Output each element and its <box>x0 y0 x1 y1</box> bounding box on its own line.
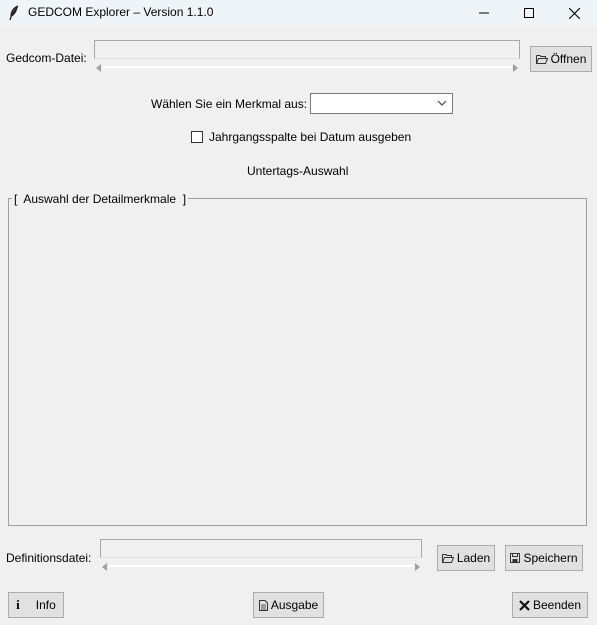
maximize-icon <box>524 8 534 18</box>
scroll-left-icon[interactable] <box>102 563 107 571</box>
document-icon <box>258 599 268 611</box>
exit-button-label: Beenden <box>532 598 582 612</box>
detail-features-title: [ Auswahl der Detailmerkmale ] <box>12 192 189 206</box>
definition-file-field[interactable] <box>100 539 422 558</box>
gedcom-file-label: Gedcom-Datei: <box>6 51 87 65</box>
definition-file-scrollbar[interactable] <box>102 562 420 572</box>
output-button-label: Ausgabe <box>270 598 319 612</box>
year-column-label: Jahrgangsspalte bei Datum ausgeben <box>209 130 412 144</box>
floppy-disk-icon <box>510 553 521 563</box>
feature-label: Wählen Sie ein Merkmal aus: <box>151 97 308 111</box>
chevron-down-icon <box>437 100 447 106</box>
load-button[interactable]: Laden <box>437 545 495 571</box>
gedcom-file-scrollbar[interactable] <box>96 63 518 73</box>
main-window: GEDCOM Explorer – Version 1.1.0 Gedcom-D… <box>0 0 597 625</box>
scroll-left-icon[interactable] <box>96 64 101 72</box>
year-column-checkbox[interactable] <box>191 131 203 143</box>
exit-button[interactable]: Beenden <box>512 592 588 618</box>
minimize-icon <box>479 12 489 14</box>
detail-features-frame <box>8 198 587 526</box>
definition-file-label: Definitionsdatei: <box>6 551 92 565</box>
output-button[interactable]: Ausgabe <box>253 592 324 618</box>
minimize-button[interactable] <box>461 0 507 26</box>
gedcom-file-field[interactable] <box>94 40 520 59</box>
maximize-button[interactable] <box>506 0 552 26</box>
x-icon <box>519 599 530 611</box>
folder-open-icon <box>535 54 548 64</box>
scroll-right-icon[interactable] <box>513 64 518 72</box>
save-button-label: Speichern <box>523 551 578 565</box>
folder-open-icon <box>441 553 454 563</box>
window-title: GEDCOM Explorer – Version 1.1.0 <box>28 5 214 19</box>
feature-select[interactable] <box>310 93 453 114</box>
info-icon: i <box>16 597 20 612</box>
scroll-track[interactable] <box>109 565 413 567</box>
scroll-right-icon[interactable] <box>415 563 420 571</box>
title-bar[interactable]: GEDCOM Explorer – Version 1.1.0 <box>0 0 597 26</box>
scroll-track[interactable] <box>103 66 511 68</box>
open-button-label: Öffnen <box>550 52 587 66</box>
feather-icon <box>9 5 19 21</box>
close-icon <box>568 7 580 19</box>
info-button-label: Info <box>35 598 56 612</box>
subtag-selection-label: Untertags-Auswahl <box>247 164 349 178</box>
close-window-button[interactable] <box>551 0 597 26</box>
load-button-label: Laden <box>456 551 491 565</box>
open-button[interactable]: Öffnen <box>530 46 592 72</box>
info-button[interactable]: i Info <box>8 592 64 618</box>
save-button[interactable]: Speichern <box>505 545 583 571</box>
